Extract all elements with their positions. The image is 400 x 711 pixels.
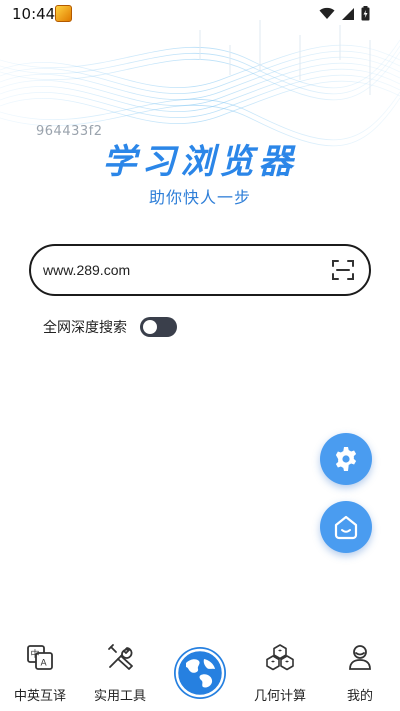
search-box[interactable] xyxy=(29,244,371,296)
nav-item-translate[interactable]: 中 A 中英互译 xyxy=(5,642,75,704)
svg-text:A: A xyxy=(41,659,48,669)
nav-item-tools[interactable]: 实用工具 xyxy=(85,642,155,704)
nav-label-translate: 中英互译 xyxy=(13,689,66,704)
home-icon xyxy=(334,515,358,540)
nav-item-profile[interactable]: 我的 xyxy=(325,642,395,704)
browser-globe-button[interactable] xyxy=(174,647,226,699)
nav-label-profile: 我的 xyxy=(346,689,373,704)
nav-item-geometry[interactable]: 几何计算 xyxy=(245,642,315,704)
deep-search-row: 全网深度搜索 xyxy=(43,316,177,338)
toggle-knob xyxy=(143,320,157,334)
battery-icon xyxy=(361,6,370,21)
status-bar: 10:44 xyxy=(0,0,400,28)
signal-icon xyxy=(342,7,354,20)
globe-icon xyxy=(175,648,225,698)
nav-label-tools: 实用工具 xyxy=(93,689,146,704)
settings-fab-button[interactable] xyxy=(320,433,372,485)
user-profile-icon xyxy=(349,645,371,670)
home-fab-button[interactable] xyxy=(320,501,372,553)
deep-search-label: 全网深度搜索 xyxy=(43,320,127,336)
app-title: 学习浏览器 xyxy=(102,142,298,182)
geometry-cubes-icon xyxy=(266,644,294,671)
status-icons xyxy=(319,6,370,21)
svg-text:中: 中 xyxy=(31,648,40,660)
search-input[interactable] xyxy=(43,259,313,281)
scan-icon[interactable] xyxy=(331,258,355,282)
tools-icon xyxy=(108,644,133,670)
gear-icon xyxy=(335,447,357,471)
translate-icon: 中 A xyxy=(27,645,53,670)
wifi-icon xyxy=(319,7,335,19)
deep-search-toggle[interactable] xyxy=(140,317,177,337)
bottom-nav: 中 A 中英互译 实用工具 几何计算 我的 xyxy=(0,632,400,711)
notification-app-icon xyxy=(55,5,72,22)
status-time: 10:44 xyxy=(12,5,56,23)
nav-label-geometry: 几何计算 xyxy=(253,689,306,704)
app-slogan: 助你快人一步 xyxy=(148,188,251,207)
